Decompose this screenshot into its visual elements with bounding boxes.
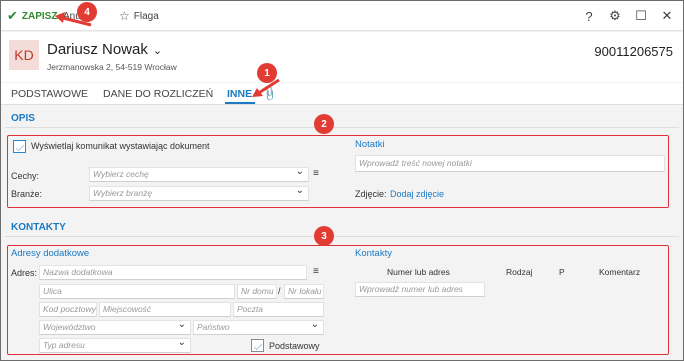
voivodeship-select[interactable]: Województwo — [39, 320, 191, 335]
chevron-down-icon: ⌄ — [152, 45, 163, 57]
active-tab-indicator — [225, 102, 255, 104]
toolbar: ✔ ZAPISZ Anuluj ☆ Flaga ? ⚙ ☐ ✕ — [1, 1, 683, 31]
gear-icon[interactable]: ⚙ — [609, 8, 621, 24]
postcode-input[interactable]: Kod pocztowy — [39, 302, 97, 317]
primary-address-label: Podstawowy — [269, 341, 320, 351]
annotation-badge-3: 3 — [314, 226, 334, 246]
adres-label: Adres: — [11, 268, 38, 278]
photo-label: Zdjęcie: — [355, 189, 387, 199]
show-message-checkbox[interactable] — [13, 140, 26, 153]
branze-select[interactable]: Wybierz branżę — [89, 186, 309, 201]
contact-number-input[interactable]: Wprowadź numer lub adres — [355, 282, 485, 297]
street-input[interactable]: Ulica — [39, 284, 235, 299]
opis-section-title: OPIS — [11, 113, 35, 124]
primary-address-checkbox[interactable] — [251, 339, 264, 352]
window-frame: ✔ ZAPISZ Anuluj ☆ Flaga ? ⚙ ☐ ✕ KD Dariu… — [0, 0, 684, 361]
close-icon[interactable]: ✕ — [661, 8, 673, 24]
contractor-header: KD Dariusz Nowak ⌄ Jerzmanowska 2, 54-519… — [1, 32, 683, 82]
city-input[interactable]: Miejscowość — [99, 302, 231, 317]
section-divider — [5, 127, 679, 128]
addresses-title: Adresy dodatkowe — [11, 248, 90, 259]
cechy-menu-icon[interactable]: ≡ — [313, 168, 319, 179]
annotation-arrow-4 — [55, 12, 92, 27]
show-message-label: Wyświetlaj komunikat wystawiając dokumen… — [31, 141, 210, 151]
tab-podstawowe[interactable]: PODSTAWOWE — [11, 88, 88, 100]
column-primary[interactable]: P — [559, 267, 565, 277]
address-type-select[interactable]: Typ adresu — [39, 338, 191, 353]
annotation-arrow-1 — [252, 78, 280, 97]
section-divider — [5, 236, 679, 237]
country-select[interactable]: Państwo — [193, 320, 324, 335]
flag-label: Flaga — [133, 10, 159, 22]
maximize-icon[interactable]: ☐ — [635, 8, 647, 24]
contacts-title: Kontakty — [355, 248, 392, 259]
notes-title: Notatki — [355, 139, 385, 150]
flat-number-input[interactable]: Nr lokalu — [284, 284, 324, 299]
window-controls: ? ⚙ ☐ ✕ — [583, 1, 673, 31]
flag-button[interactable]: ☆ Flaga — [119, 1, 159, 31]
contractor-address: Jerzmanowska 2, 54-519 Wrocław — [47, 62, 177, 72]
column-comment[interactable]: Komentarz — [599, 267, 640, 277]
column-number[interactable]: Numer lub adres — [387, 267, 450, 277]
number-separator: / — [278, 286, 281, 296]
contractor-name[interactable]: Dariusz Nowak ⌄ — [47, 41, 162, 58]
address-name-input[interactable]: Nazwa dodatkowa — [39, 265, 307, 280]
star-icon: ☆ — [119, 9, 130, 23]
cechy-select[interactable]: Wybierz cechę — [89, 167, 309, 182]
tab-bar: PODSTAWOWE DANE DO ROZLICZEŃ INNE 📎 — [1, 83, 683, 105]
house-number-input[interactable]: Nr domu — [237, 284, 277, 299]
annotation-badge-2: 2 — [314, 114, 334, 134]
address-menu-icon[interactable]: ≡ — [313, 266, 319, 277]
branze-label: Branże: — [11, 189, 43, 199]
column-type[interactable]: Rodzaj — [506, 267, 532, 277]
kontakty-section-title: KONTAKTY — [11, 222, 66, 233]
checkmark-icon: ✔ — [7, 8, 18, 23]
tab-dane-do-rozliczen[interactable]: DANE DO ROZLICZEŃ — [103, 88, 213, 100]
notes-input[interactable]: Wprowadź treść nowej notatki — [355, 155, 665, 172]
contractor-name-text: Dariusz Nowak — [47, 41, 148, 58]
save-button[interactable]: ✔ ZAPISZ — [7, 1, 57, 31]
cechy-label: Cechy: — [11, 171, 40, 181]
avatar: KD — [9, 40, 39, 70]
help-icon[interactable]: ? — [583, 9, 595, 24]
contractor-identifier: 90011206575 — [594, 44, 673, 59]
add-photo-link[interactable]: Dodaj zdjęcie — [390, 189, 444, 199]
post-office-input[interactable]: Poczta — [233, 302, 324, 317]
